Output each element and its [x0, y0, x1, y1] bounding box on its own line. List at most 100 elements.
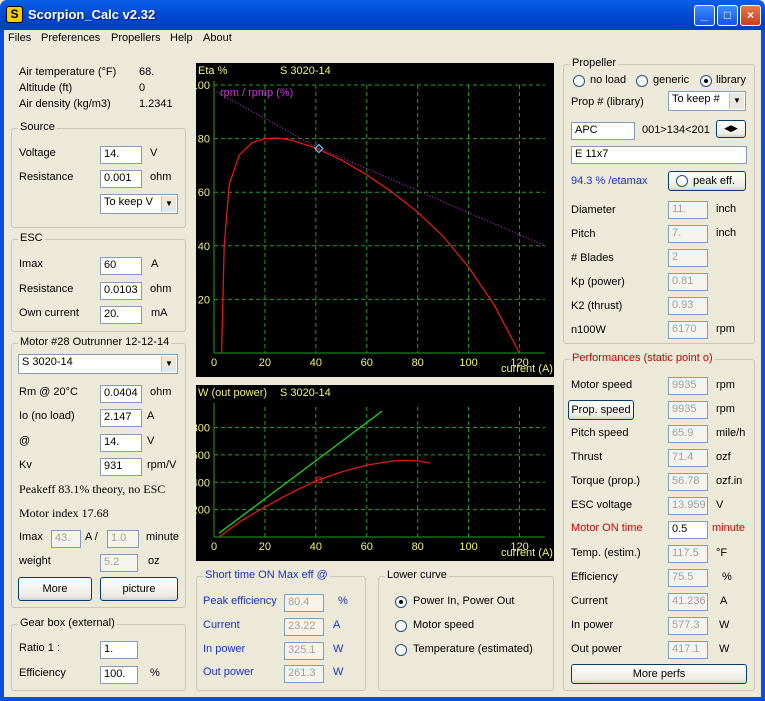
- prop-brand-input[interactable]: APC: [571, 122, 635, 140]
- series-line-1: [213, 89, 546, 247]
- chevron-down-icon[interactable]: ▼: [161, 196, 176, 212]
- menu-preferences[interactable]: Preferences: [41, 32, 100, 44]
- prop-stepper[interactable]: ◀▶: [716, 120, 746, 138]
- prop-n100w-label: n100W: [571, 324, 606, 336]
- peak-eff-button[interactable]: peak eff.: [668, 171, 746, 191]
- esc-imax-label: Imax: [19, 258, 43, 270]
- motor-on-time-input[interactable]: 0.5: [668, 521, 708, 539]
- voltage-input[interactable]: 14.: [100, 146, 142, 164]
- perf-efficiency-unit: %: [722, 571, 732, 583]
- esc-imax-input[interactable]: 60: [100, 257, 142, 275]
- short-inpower-unit: W: [333, 643, 344, 655]
- perf-inpower-unit: W: [719, 619, 730, 631]
- weight-label: weight: [19, 555, 51, 567]
- performances-title: Performances (static point o): [570, 352, 715, 364]
- minimize-button[interactable]: _: [694, 5, 715, 26]
- gearbox-title: Gear box (external): [18, 617, 117, 629]
- rpm-ratio-label: rpm / rpmp (%): [220, 87, 294, 99]
- motor-group: Motor #28 Outrunner 12-12-14: [11, 336, 186, 608]
- prop-library-label[interactable]: library: [716, 74, 746, 86]
- y-tick-label: 100: [196, 80, 210, 92]
- source-mode-select[interactable]: To keep V ▼: [100, 194, 178, 214]
- prop-model-input[interactable]: E 11x7: [571, 146, 747, 164]
- prop-generic-label[interactable]: generic: [653, 74, 689, 86]
- lower-curve-speed-label[interactable]: Motor speed: [413, 619, 474, 631]
- prop-speed-button[interactable]: Prop. speed: [568, 400, 634, 420]
- peakeff-text: Peakeff 83.1% theory, no ESC: [19, 482, 166, 496]
- esc-own-current-input[interactable]: 20.: [100, 306, 142, 324]
- ratio-input[interactable]: 1.: [100, 641, 138, 659]
- air-density-value: 1.2341: [139, 98, 173, 110]
- source-resistance-input[interactable]: 0.001: [100, 170, 142, 188]
- chevron-down-icon[interactable]: ▼: [729, 93, 744, 109]
- more-perfs-button[interactable]: More perfs: [571, 664, 747, 684]
- weight-input[interactable]: 5.2: [100, 554, 138, 572]
- esc-resistance-unit: ohm: [150, 283, 172, 295]
- close-button[interactable]: ×: [740, 5, 761, 26]
- lower-curve-speed-radio[interactable]: [395, 620, 407, 632]
- rm-input[interactable]: 0.0404: [100, 385, 142, 403]
- lower-curve-temp-label[interactable]: Temperature (estimated): [413, 643, 533, 655]
- arrow-left-icon[interactable]: ◀: [724, 123, 731, 133]
- prop-noload-radio[interactable]: [573, 75, 585, 87]
- io-input[interactable]: 2.147: [100, 409, 142, 427]
- short-current-label: Current: [203, 619, 240, 631]
- voltage-label: Voltage: [19, 147, 56, 159]
- y-tick-label: 40: [198, 241, 210, 253]
- temp-estim-value: 117.5: [668, 545, 708, 563]
- kv-input[interactable]: 931: [100, 458, 142, 476]
- gearbox-eff-label: Efficiency: [19, 667, 66, 679]
- prop-generic-radio[interactable]: [636, 75, 648, 87]
- short-current-value: 23.22: [284, 618, 324, 636]
- kv-label: Kv: [19, 459, 32, 471]
- title-bar[interactable]: S Scorpion_Calc v2.32 _ □ ×: [0, 0, 765, 30]
- rm-label: Rm @ 20°C: [19, 386, 78, 398]
- y-tick-label: 400: [196, 477, 210, 489]
- menu-help[interactable]: Help: [170, 32, 193, 44]
- prop-library-radio[interactable]: [700, 75, 712, 87]
- perf-outpower-label: Out power: [571, 643, 622, 655]
- prop-mode-value: To keep #: [672, 93, 720, 105]
- chevron-down-icon[interactable]: ▼: [161, 356, 176, 372]
- picture-button[interactable]: picture: [100, 577, 178, 601]
- more-button[interactable]: More: [18, 577, 92, 601]
- motor-speed-label: Motor speed: [571, 379, 633, 391]
- menu-propellers[interactable]: Propellers: [111, 32, 161, 44]
- air-temp-value: 68.: [139, 66, 155, 78]
- lower-curve-power-label[interactable]: Power In, Power Out: [413, 595, 515, 607]
- x-tick-label: 60: [361, 541, 373, 553]
- x-tick-label: 40: [310, 541, 322, 553]
- motor-imax-input[interactable]: 43.: [51, 530, 81, 548]
- perf-current-label: Current: [571, 595, 608, 607]
- pitch-speed-label: Pitch speed: [571, 427, 629, 439]
- window-border-right: [761, 30, 765, 701]
- lower-curve-title: Lower curve: [385, 569, 449, 581]
- prop-diameter-label: Diameter: [571, 204, 616, 216]
- menu-about[interactable]: About: [203, 32, 232, 44]
- arrow-right-icon[interactable]: ▶: [731, 123, 738, 133]
- motor-model-select[interactable]: S 3020-14 ▼: [18, 354, 178, 374]
- lower-curve-temp-radio[interactable]: [395, 644, 407, 656]
- short-time-title: Short time ON Max eff @: [203, 569, 330, 581]
- prop-diameter-value: 11.: [668, 201, 708, 219]
- efficiency-chart[interactable]: 02040608010012020406080100 Eta % S 3020-…: [192, 63, 554, 377]
- temp-estim-label: Temp. (estim.): [571, 547, 641, 559]
- propeller-title: Propeller: [570, 57, 619, 69]
- lower-curve-power-radio[interactable]: [395, 596, 407, 608]
- menu-files[interactable]: Files: [8, 32, 31, 44]
- short-outpower-label: Out power: [203, 666, 254, 678]
- prop-mode-select[interactable]: To keep # ▼: [668, 91, 746, 111]
- prop-speed-value: 9935: [668, 401, 708, 419]
- peak-eff-radio[interactable]: [676, 175, 688, 187]
- prop-noload-label[interactable]: no load: [590, 74, 626, 86]
- maximize-button[interactable]: □: [717, 5, 738, 26]
- weight-unit: oz: [148, 555, 160, 567]
- prop-n100w-unit: rpm: [716, 323, 735, 335]
- gearbox-eff-input[interactable]: 100.: [100, 666, 138, 684]
- motor-imax-time-input[interactable]: 1.0: [107, 530, 139, 548]
- esc-resistance-input[interactable]: 0.0103: [100, 282, 142, 300]
- io-voltage-input[interactable]: 14.: [100, 434, 142, 452]
- power-chart[interactable]: 020406080100120200400600800 W (out power…: [192, 385, 554, 561]
- short-inpower-label: In power: [203, 643, 246, 655]
- source-resistance-unit: ohm: [150, 171, 172, 183]
